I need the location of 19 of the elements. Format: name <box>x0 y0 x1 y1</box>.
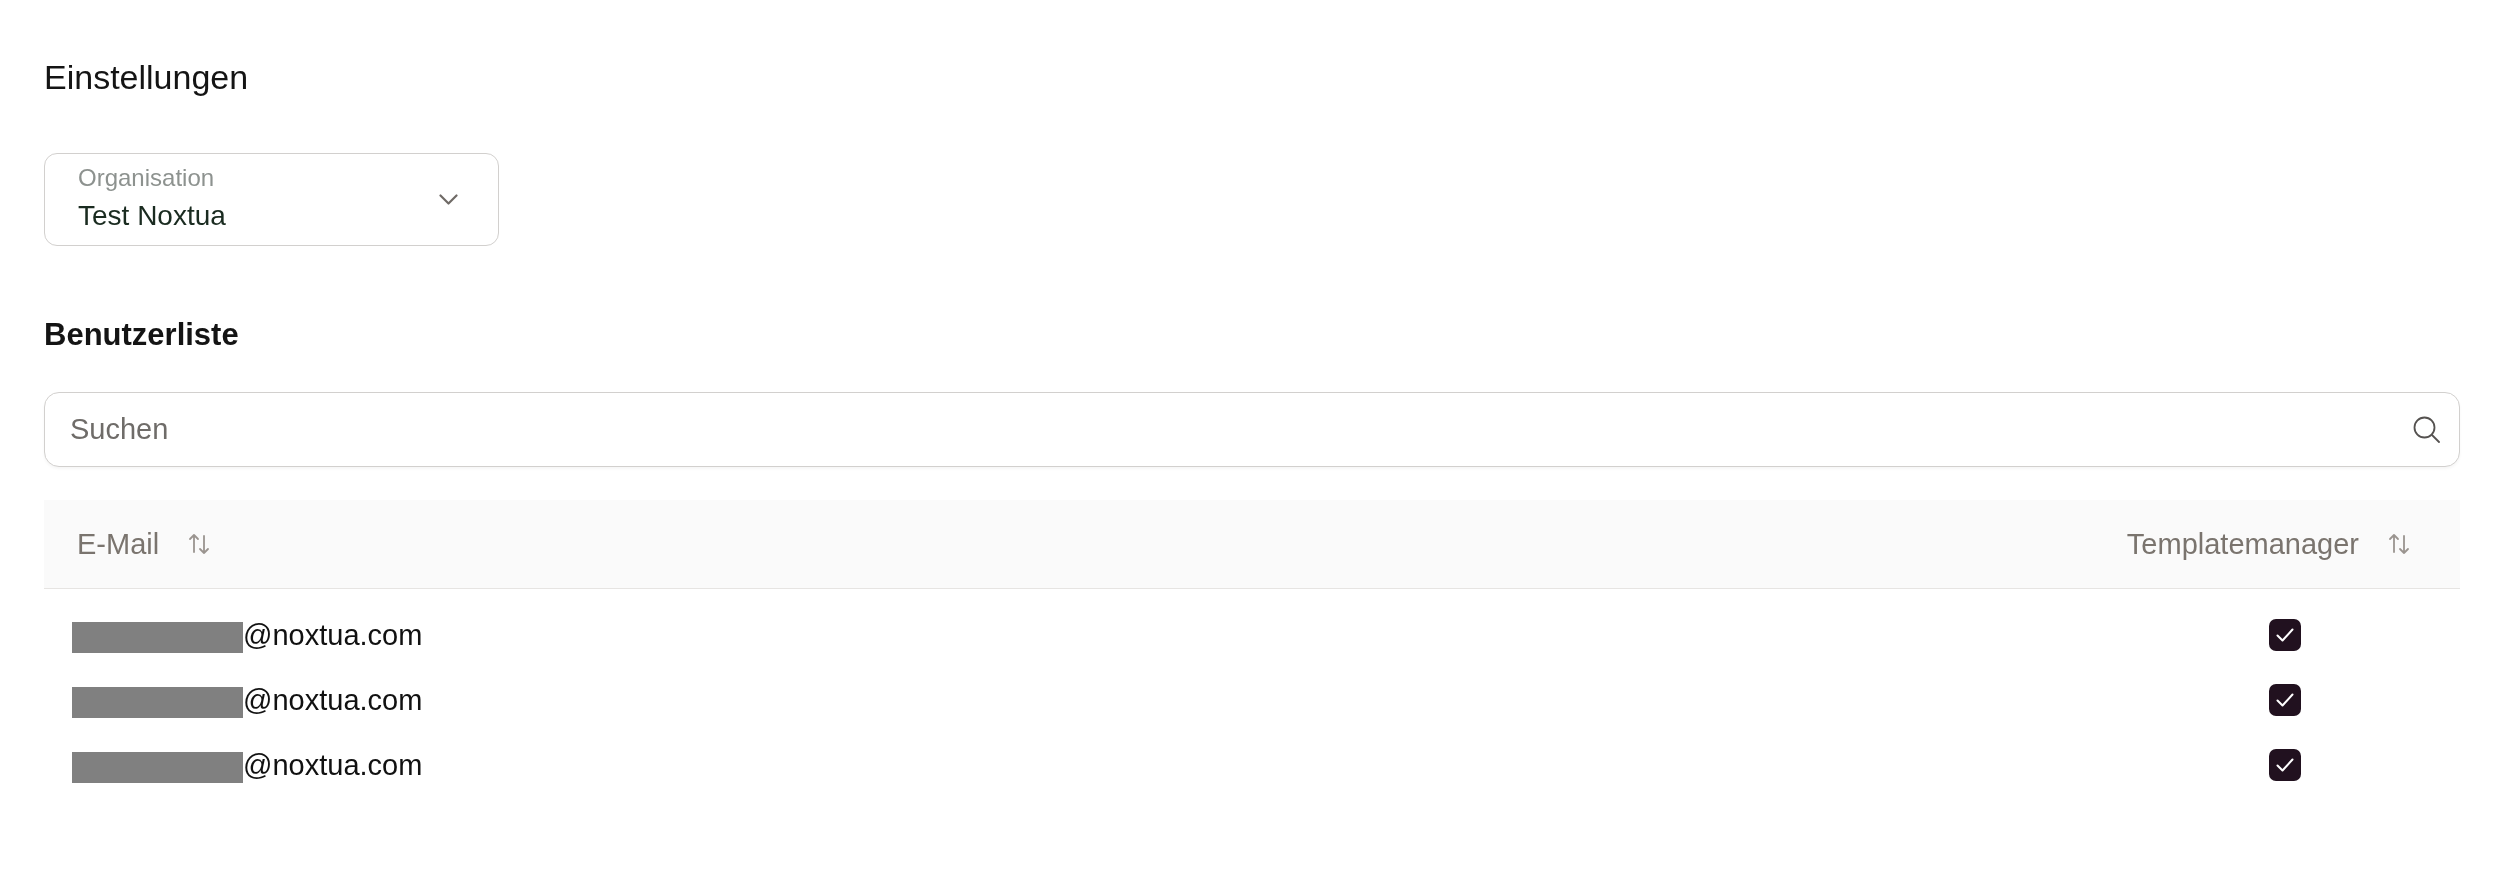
organisation-select[interactable]: Organisation Test Noxtua <box>44 153 499 246</box>
checkmark-icon <box>2276 757 2294 772</box>
select-label: Organisation <box>78 163 215 192</box>
select-value: Test Noxtua <box>78 199 226 232</box>
checkmark-icon <box>2276 627 2294 642</box>
email-text: @noxtua.com <box>243 682 423 717</box>
templatemanager-checkbox[interactable] <box>2269 618 2301 651</box>
email-text: @noxtua.com <box>243 617 423 652</box>
section-title: Benutzerliste <box>44 317 239 353</box>
search-icon <box>2413 416 2440 443</box>
checkmark-icon <box>2276 692 2294 707</box>
column-header[interactable]: E-Mail <box>77 527 212 561</box>
page-title: Einstellungen <box>44 57 249 97</box>
templatemanager-checkbox[interactable] <box>2269 683 2301 716</box>
column-header[interactable]: Templatemanager <box>2126 527 2411 561</box>
templatemanager-checkbox[interactable] <box>2269 748 2301 781</box>
search-field[interactable]: Suchen <box>44 392 2460 467</box>
chevron-down-icon <box>439 194 458 205</box>
email-text: @noxtua.com <box>243 747 423 782</box>
